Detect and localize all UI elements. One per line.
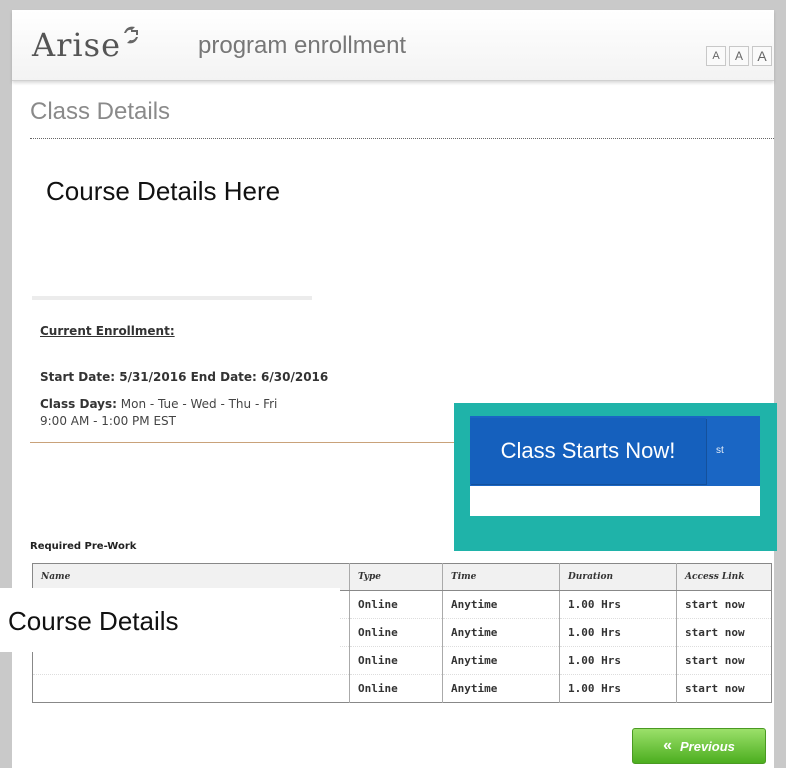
font-size-medium-button[interactable]: A <box>729 46 749 66</box>
arise-logo[interactable]: Arise <box>32 26 121 64</box>
cell-time: Anytime <box>442 646 560 675</box>
class-days: Class Days: Mon - Tue - Wed - Thu - Fri <box>40 397 277 411</box>
cell-type: Online <box>349 590 443 619</box>
start-now-link[interactable]: start now <box>676 590 772 619</box>
class-days-value: Mon - Tue - Wed - Thu - Fri <box>116 397 278 411</box>
enrollment-divider <box>30 442 460 443</box>
frame-left-border <box>0 0 12 768</box>
cell-time: Anytime <box>442 618 560 647</box>
cell-duration: 1.00 Hrs <box>559 618 677 647</box>
header: Arise program enrollment A A A <box>12 10 774 81</box>
class-hours: 9:00 AM - 1:00 PM EST <box>40 414 176 428</box>
column-header-type: Type <box>349 563 443 591</box>
cell-time: Anytime <box>442 590 560 619</box>
class-days-label: Class Days: <box>40 397 117 411</box>
blurred-text-line <box>32 296 312 300</box>
cell-type: Online <box>349 674 443 703</box>
previous-button-label: Previous <box>679 738 735 754</box>
current-enrollment-heading: Current Enrollment: <box>40 324 175 338</box>
class-starts-now-button[interactable]: Class Starts Now! <box>470 418 706 484</box>
course-details-overlay-label: Course Details <box>8 606 179 636</box>
font-size-controls: A A A <box>706 46 772 66</box>
cell-type: Online <box>349 646 443 675</box>
column-header-name: Name <box>32 563 350 591</box>
font-size-small-button[interactable]: A <box>706 46 726 66</box>
table-row: Online Anytime 1.00 Hrs start now <box>33 674 772 703</box>
cell-name <box>33 675 350 703</box>
section-divider <box>30 138 774 139</box>
section-title: Class Details <box>30 98 171 125</box>
frame-right-border <box>774 0 786 768</box>
cell-duration: 1.00 Hrs <box>559 590 677 619</box>
cta-hidden-label: st <box>716 445 724 456</box>
cell-time: Anytime <box>442 674 560 703</box>
start-now-link[interactable]: start now <box>676 674 772 703</box>
course-heading: Course Details Here <box>46 176 281 206</box>
required-prework-heading: Required Pre-Work <box>30 541 137 552</box>
cell-duration: 1.00 Hrs <box>559 646 677 675</box>
cell-type: Online <box>349 618 443 647</box>
double-chevron-left-icon: « <box>663 737 672 754</box>
start-now-link[interactable]: start now <box>676 646 772 675</box>
table-header-row: Name Type Time Duration Access Link <box>32 563 772 591</box>
font-size-large-button[interactable]: A <box>752 46 772 66</box>
column-header-access-link: Access Link <box>676 563 772 591</box>
window-frame: Arise program enrollment A A A Class Det… <box>0 0 786 768</box>
cell-duration: 1.00 Hrs <box>559 674 677 703</box>
column-header-time: Time <box>442 563 560 591</box>
start-now-link[interactable]: start now <box>676 618 772 647</box>
previous-button[interactable]: « Previous <box>632 728 766 764</box>
page: Arise program enrollment A A A Class Det… <box>12 10 777 768</box>
cta-highlight-box: Class Starts Now! st <box>454 403 777 551</box>
frame-top-border <box>0 0 786 10</box>
arise-swirl-icon <box>124 26 138 44</box>
program-enrollment-title: program enrollment <box>198 32 407 59</box>
enrollment-dates: Start Date: 5/31/2016 End Date: 6/30/201… <box>40 370 329 384</box>
column-header-duration: Duration <box>559 563 677 591</box>
